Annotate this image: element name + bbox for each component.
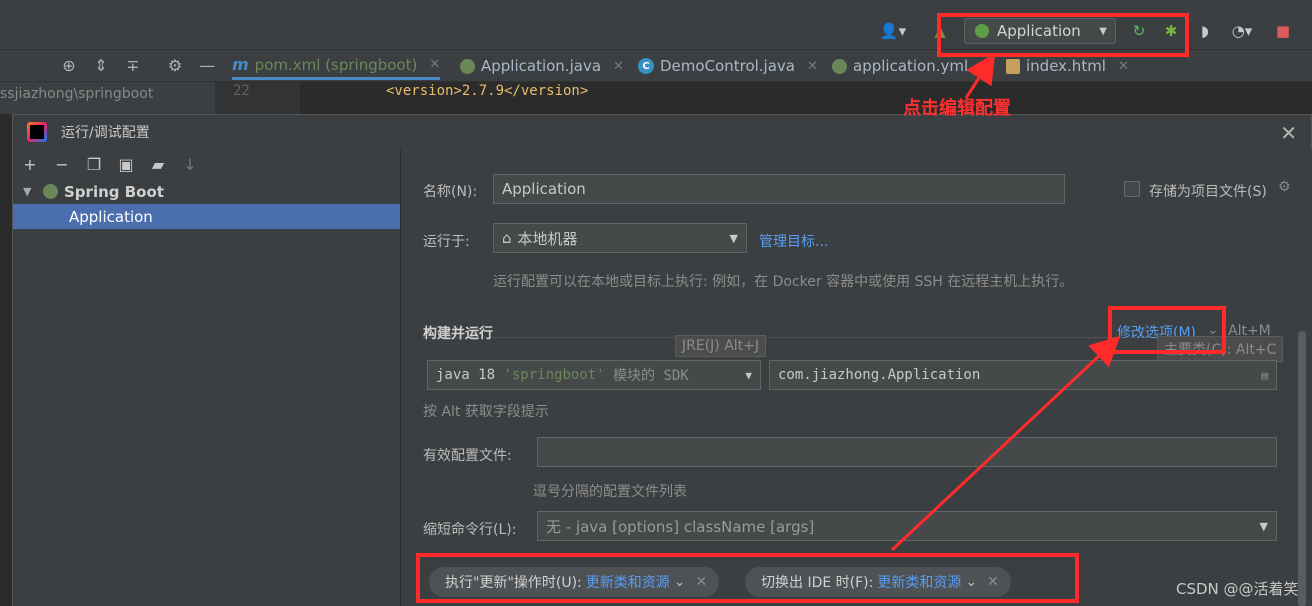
watermark: CSDN @@活着笑 [1176,580,1299,598]
annotation-arrows [890,52,1121,552]
arrow-to-run-config [964,52,996,99]
arrow-to-modify-options [890,335,1121,552]
